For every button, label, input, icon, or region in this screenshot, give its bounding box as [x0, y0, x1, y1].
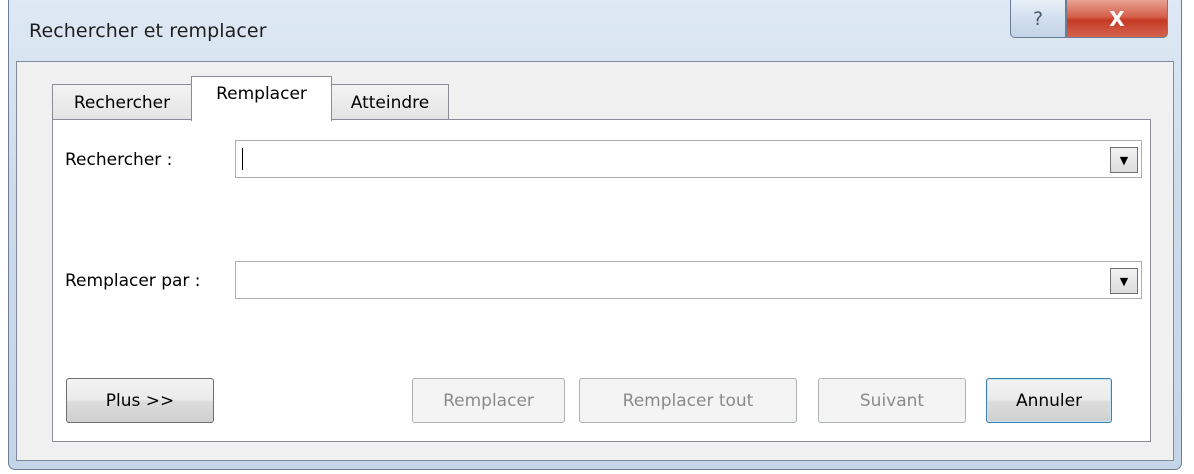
find-label: Rechercher :	[65, 150, 173, 170]
button-label: Remplacer	[443, 390, 534, 411]
text-caret	[242, 148, 243, 170]
button-label: Suivant	[859, 390, 925, 411]
tab-remplacer[interactable]: Remplacer	[191, 76, 332, 121]
tab-atteindre[interactable]: Atteindre	[331, 84, 449, 120]
close-button[interactable]: X	[1066, 0, 1168, 38]
find-next-button[interactable]: Suivant	[818, 378, 966, 423]
close-icon: X	[1109, 6, 1125, 31]
button-label: Plus >>	[105, 390, 175, 411]
find-input[interactable]	[242, 143, 1102, 175]
replace-all-button[interactable]: Remplacer tout	[579, 378, 797, 423]
replace-input[interactable]	[242, 264, 1102, 296]
chevron-down-icon: ▼	[1119, 153, 1129, 167]
replace-combobox[interactable]: ▼	[235, 261, 1142, 299]
tab-label: Remplacer	[216, 84, 307, 104]
button-label: Remplacer tout	[622, 390, 754, 411]
dialog-title: Rechercher et remplacer	[29, 20, 267, 42]
replace-label: Remplacer par :	[65, 271, 201, 291]
replace-button[interactable]: Remplacer	[412, 378, 565, 423]
find-dropdown-button[interactable]: ▼	[1110, 147, 1138, 173]
tab-label: Atteindre	[350, 92, 430, 113]
help-button[interactable]: ?	[1010, 0, 1066, 38]
replace-dropdown-button[interactable]: ▼	[1110, 268, 1138, 294]
find-combobox[interactable]: ▼	[235, 140, 1142, 178]
chevron-down-icon: ▼	[1119, 274, 1129, 288]
tab-label: Rechercher	[73, 92, 171, 113]
tab-rechercher[interactable]: Rechercher	[52, 84, 192, 120]
more-options-button[interactable]: Plus >>	[66, 378, 214, 423]
help-icon: ?	[1032, 7, 1044, 30]
button-label: Annuler	[1015, 390, 1083, 411]
cancel-button[interactable]: Annuler	[986, 378, 1112, 423]
